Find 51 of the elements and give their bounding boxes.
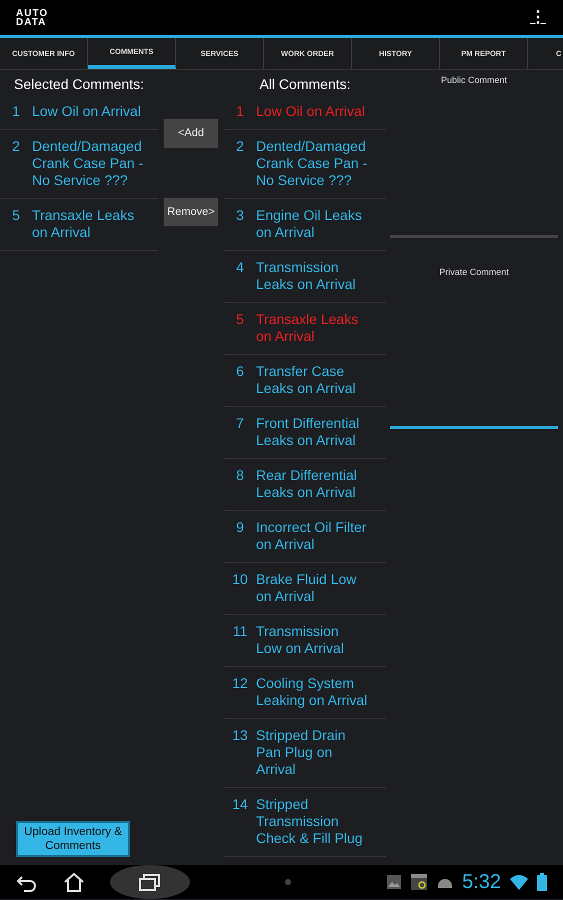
recent-apps-icon[interactable] bbox=[138, 872, 162, 892]
item-text[interactable]: Transmission Low on Arrival bbox=[256, 623, 368, 657]
item-text[interactable]: Transmission Leaks on Arrival bbox=[256, 259, 368, 293]
image-icon bbox=[386, 874, 402, 890]
dot-icon bbox=[284, 878, 292, 886]
calendar-icon bbox=[410, 873, 428, 891]
item-number: 2 bbox=[235, 138, 245, 156]
item-number: 4 bbox=[235, 259, 245, 277]
item-number: 1 bbox=[11, 103, 21, 120]
item-text[interactable]: Brake Fluid Low on Arrival bbox=[256, 571, 368, 605]
item-text: Transaxle Leaks on Arrival bbox=[32, 207, 136, 241]
upload-button[interactable]: Upload Inventory & Comments bbox=[16, 821, 130, 857]
item-number: 3 bbox=[235, 207, 245, 225]
remove-button[interactable]: Remove> bbox=[163, 196, 219, 227]
app-logo: AUTO DATA bbox=[16, 8, 48, 26]
item-number: 13 bbox=[231, 727, 249, 745]
item-number: 5 bbox=[11, 207, 21, 225]
item-text[interactable]: Transaxle Leaks on Arrival bbox=[256, 311, 368, 345]
battery-icon bbox=[537, 873, 547, 891]
item-number: 2 bbox=[11, 138, 21, 156]
item-number: 5 bbox=[235, 311, 245, 329]
field-label: Public Comment bbox=[440, 74, 508, 87]
item-number: 8 bbox=[235, 467, 245, 485]
item-text: Low Oil on Arrival bbox=[32, 103, 142, 120]
item-text[interactable]: Incorrect Oil Filter on Arrival bbox=[256, 519, 368, 553]
item-text[interactable]: Dented/Damaged Crank Case Pan - No Service ??? bbox=[256, 138, 368, 189]
section-title: Selected Comments: bbox=[13, 75, 145, 94]
item-number: 10 bbox=[231, 571, 249, 589]
item-text[interactable]: Stripped Drain Pan Plug on Arrival bbox=[256, 727, 368, 778]
clock-time: 5:32 bbox=[462, 870, 501, 895]
item-number: 14 bbox=[231, 796, 249, 814]
item-text[interactable]: Engine Oil Leaks on Arrival bbox=[256, 207, 368, 241]
section-title: All Comments: bbox=[258, 75, 352, 94]
home-icon[interactable] bbox=[62, 871, 86, 893]
field-label: Private Comment bbox=[438, 266, 510, 278]
add-button[interactable]: <Add bbox=[163, 118, 219, 148]
item-text[interactable]: Front Differential Leaks on Arrival bbox=[256, 415, 368, 449]
item-text[interactable]: Rear Differential Leaks on Arrival bbox=[256, 467, 368, 501]
item-text: Dented/Damaged Crank Case Pan - No Service ??? bbox=[32, 138, 144, 189]
item-number: 6 bbox=[235, 363, 245, 381]
overflow-menu-button[interactable]: ⋮ bbox=[529, 4, 547, 30]
item-number: 9 bbox=[235, 519, 245, 537]
item-text[interactable]: Low Oil on Arrival bbox=[256, 103, 368, 120]
item-text[interactable]: Cooling System Leaking on Arrival bbox=[256, 675, 368, 709]
item-number: 11 bbox=[232, 623, 248, 641]
item-number: 12 bbox=[231, 675, 249, 693]
item-number: 1 bbox=[235, 103, 245, 120]
item-text[interactable]: Transfer Case Leaks on Arrival bbox=[256, 363, 368, 397]
wifi-icon bbox=[509, 873, 529, 891]
item-text[interactable]: Stripped Transmission Check & Fill Plug bbox=[256, 796, 368, 847]
item-number: 7 bbox=[235, 415, 245, 433]
